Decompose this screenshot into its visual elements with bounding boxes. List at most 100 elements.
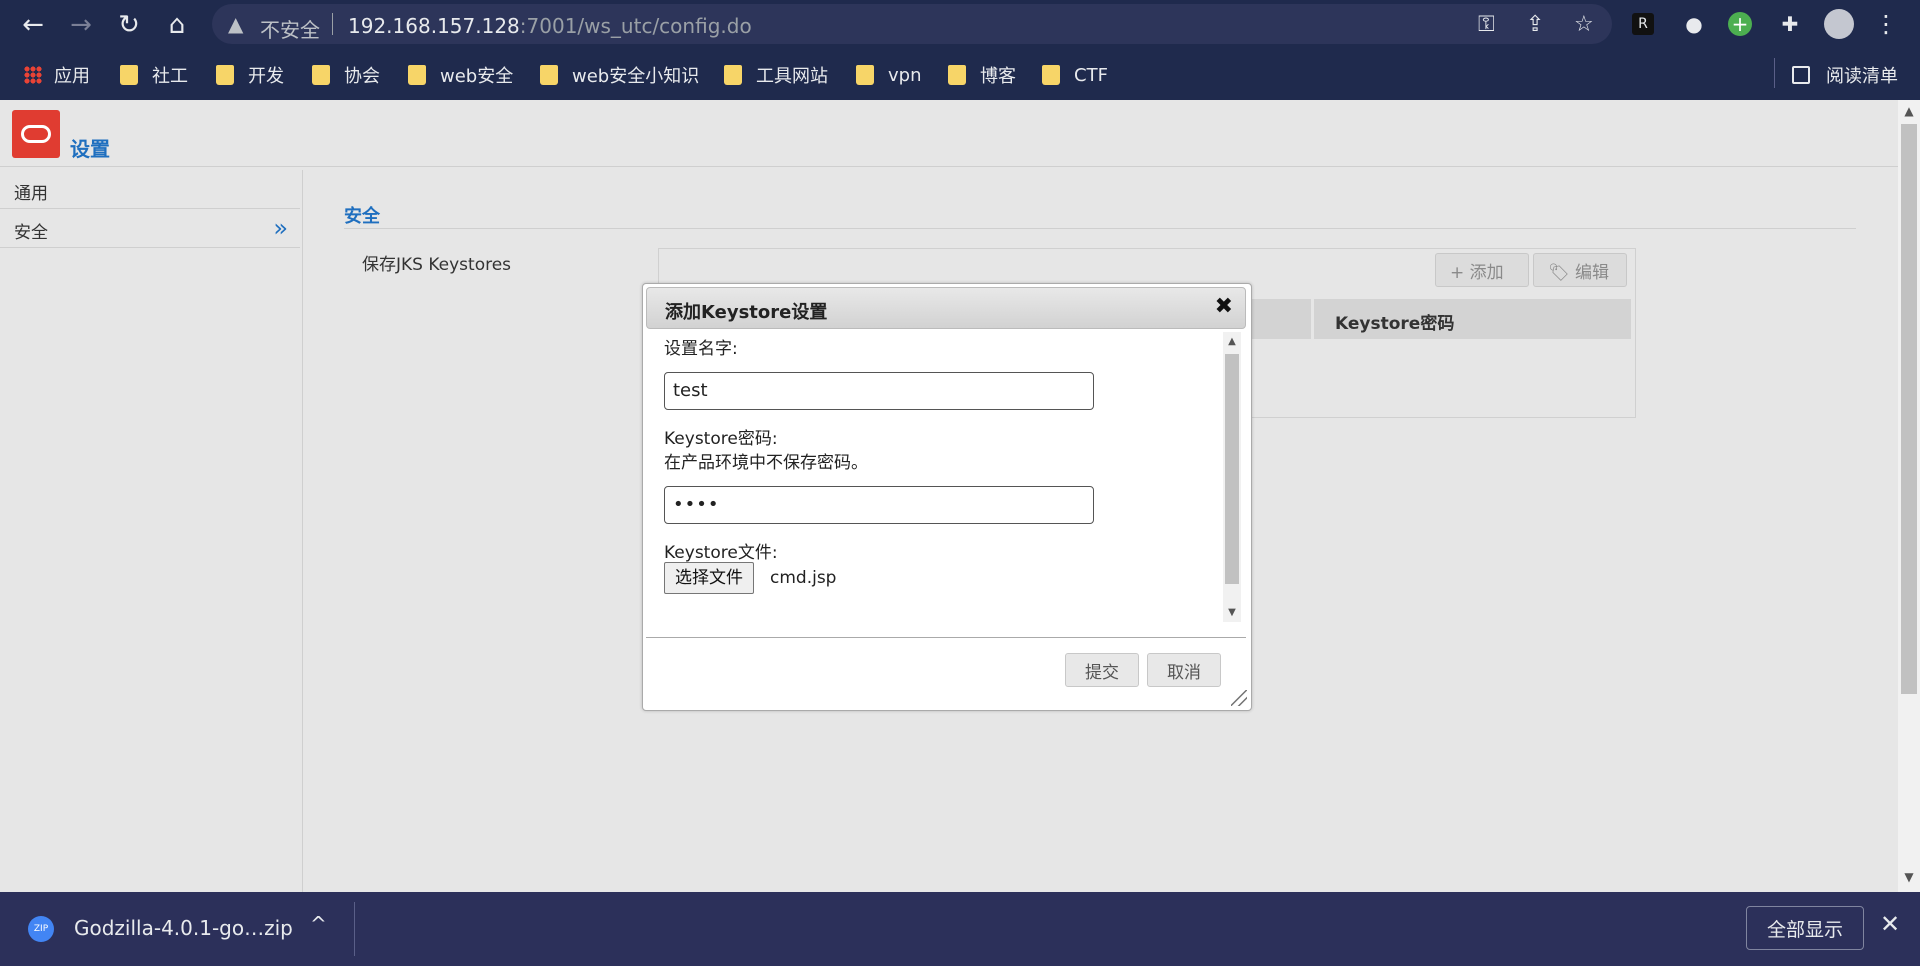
folder-icon xyxy=(540,65,558,85)
home-icon[interactable]: ⌂ xyxy=(162,10,192,40)
menu-icon[interactable]: ⋮ xyxy=(1872,10,1900,38)
apps-grid-icon xyxy=(24,66,42,84)
bookmarks-bar: 应用 社工 开发 协会 web安全 web安全小知识 工具网站 vpn 博客 C… xyxy=(0,54,1920,92)
extension-circle-icon[interactable]: ● xyxy=(1680,10,1708,38)
url-text[interactable]: 192.168.157.128:7001/ws_utc/config.do xyxy=(348,14,752,38)
folder-icon xyxy=(216,65,234,85)
column-divider xyxy=(1311,299,1314,339)
folder-icon xyxy=(120,65,138,85)
browser-chrome: ← → ↻ ⌂ ▲ 不安全 192.168.157.128:7001/ws_ut… xyxy=(0,0,1920,100)
sidebar: 通用 安全 » xyxy=(0,170,303,892)
bookmark-label: 应用 xyxy=(54,66,90,87)
selected-file-name: cmd.jsp xyxy=(770,568,837,588)
reading-list-icon xyxy=(1792,66,1810,84)
bookmark-label: web安全 xyxy=(440,66,514,87)
bookmark-apps[interactable]: 应用 xyxy=(24,62,90,88)
share-icon[interactable]: ⇪ xyxy=(1526,12,1544,37)
setting-name-input[interactable]: test xyxy=(664,372,1094,410)
bookmark-label: 协会 xyxy=(344,66,380,87)
scrollbar-thumb[interactable] xyxy=(1901,124,1917,694)
back-icon[interactable]: ← xyxy=(18,10,48,40)
double-chevron-right-icon: » xyxy=(273,214,288,242)
bookmark-label: vpn xyxy=(888,64,922,86)
column-header-keystore-password[interactable]: Keystore密码 xyxy=(1335,309,1454,334)
bookmark-folder-web安全[interactable]: web安全 xyxy=(408,62,513,88)
folder-icon xyxy=(724,65,742,85)
reading-list-label: 阅读清单 xyxy=(1826,66,1898,87)
warning-icon[interactable]: ▲ xyxy=(228,12,243,36)
page-title: 设置 xyxy=(70,137,110,161)
bookmark-folder-协会[interactable]: 协会 xyxy=(312,62,380,88)
download-divider xyxy=(354,902,355,956)
dialog-scrollbar[interactable]: ▲ ▼ xyxy=(1223,332,1241,622)
bookmarks-divider xyxy=(1774,58,1775,88)
section-divider xyxy=(344,228,1856,229)
reload-icon[interactable]: ↻ xyxy=(114,10,144,40)
section-title: 安全 xyxy=(344,206,380,227)
submit-button[interactable]: 提交 xyxy=(1065,653,1139,687)
folder-icon xyxy=(1042,65,1060,85)
page-scrollbar[interactable]: ▲ ▼ xyxy=(1898,100,1920,892)
choose-file-button[interactable]: 选择文件 xyxy=(664,562,754,594)
bookmark-label: web安全小知识 xyxy=(572,66,700,87)
dialog-titlebar[interactable]: 添加Keystore设置 ✖ xyxy=(646,287,1246,329)
close-icon[interactable]: ✕ xyxy=(1880,910,1900,938)
password-hint: 在产品环境中不保存密码。 xyxy=(664,453,868,473)
bookmark-label: 开发 xyxy=(248,66,284,87)
key-icon[interactable]: ⚿ xyxy=(1478,12,1495,37)
bookmark-folder-vpn[interactable]: vpn xyxy=(856,62,922,88)
keystore-password-input[interactable]: •••• xyxy=(664,486,1094,524)
keystore-password-label: Keystore密码: xyxy=(664,429,778,449)
bookmark-label: 博客 xyxy=(980,66,1016,87)
sidebar-item-general[interactable]: 通用 xyxy=(0,170,300,209)
url-host: 192.168.157.128 xyxy=(348,14,520,38)
setting-name-label: 设置名字: xyxy=(664,339,738,359)
bookmark-star-icon[interactable]: ☆ xyxy=(1574,12,1594,37)
resize-grip-icon[interactable] xyxy=(1231,690,1247,706)
keystores-label: 保存JKS Keystores xyxy=(362,255,512,275)
browser-toolbar: ← → ↻ ⌂ ▲ 不安全 192.168.157.128:7001/ws_ut… xyxy=(0,0,1920,50)
folder-icon xyxy=(408,65,426,85)
scroll-down-arrow-icon[interactable]: ▼ xyxy=(1223,607,1241,618)
keystore-file-label: Keystore文件: xyxy=(664,543,778,563)
dialog-title: 添加Keystore设置 xyxy=(665,302,828,323)
bookmark-folder-博客[interactable]: 博客 xyxy=(948,62,1016,88)
add-keystore-dialog: 添加Keystore设置 ✖ 设置名字: test Keystore密码: 在产… xyxy=(642,283,1252,711)
extensions-puzzle-icon[interactable]: ✚ xyxy=(1776,10,1804,38)
close-icon[interactable]: ✖ xyxy=(1215,294,1233,319)
bookmark-folder-开发[interactable]: 开发 xyxy=(216,62,284,88)
bookmark-folder-ctf[interactable]: CTF xyxy=(1042,62,1108,88)
sidebar-item-label: 安全 xyxy=(14,223,48,243)
sidebar-item-security[interactable]: 安全 » xyxy=(0,209,300,248)
scroll-up-arrow-icon[interactable]: ▲ xyxy=(1898,104,1920,124)
zip-file-icon: ZIP xyxy=(28,916,54,942)
chevron-up-icon[interactable]: ^ xyxy=(310,912,327,936)
profile-avatar-icon[interactable] xyxy=(1824,9,1854,39)
edit-button[interactable]: 🏷 编辑 xyxy=(1533,253,1627,287)
bookmark-folder-web安全小知识[interactable]: web安全小知识 xyxy=(540,62,699,88)
dialog-footer-divider xyxy=(646,637,1246,638)
dialog-body: 设置名字: test Keystore密码: 在产品环境中不保存密码。 ••••… xyxy=(646,332,1228,624)
reading-list-button[interactable]: 阅读清单 xyxy=(1792,62,1898,88)
show-all-button[interactable]: 全部显示 xyxy=(1746,906,1864,950)
scroll-down-arrow-icon[interactable]: ▼ xyxy=(1898,870,1920,890)
address-bar[interactable]: ▲ 不安全 192.168.157.128:7001/ws_utc/config… xyxy=(212,4,1612,44)
dialog-scrollbar-thumb[interactable] xyxy=(1225,354,1239,584)
omnibox-divider xyxy=(332,13,333,35)
extension-r-icon[interactable]: R xyxy=(1632,13,1654,35)
forward-icon[interactable]: → xyxy=(66,10,96,40)
bookmark-folder-工具网站[interactable]: 工具网站 xyxy=(724,62,828,88)
cancel-button[interactable]: 取消 xyxy=(1147,653,1221,687)
extension-plus-icon[interactable]: + xyxy=(1728,12,1752,36)
security-label[interactable]: 不安全 xyxy=(260,14,320,43)
bookmark-folder-社工[interactable]: 社工 xyxy=(120,62,188,88)
folder-icon xyxy=(856,65,874,85)
url-path: :7001/ws_utc/config.do xyxy=(519,14,752,38)
download-file-name[interactable]: Godzilla-4.0.1-go…zip xyxy=(74,916,293,940)
folder-icon xyxy=(312,65,330,85)
add-button[interactable]: + 添加 xyxy=(1435,253,1529,287)
folder-icon xyxy=(948,65,966,85)
header-divider xyxy=(0,166,1898,167)
bookmark-label: 社工 xyxy=(152,66,188,87)
scroll-up-arrow-icon[interactable]: ▲ xyxy=(1223,336,1241,347)
